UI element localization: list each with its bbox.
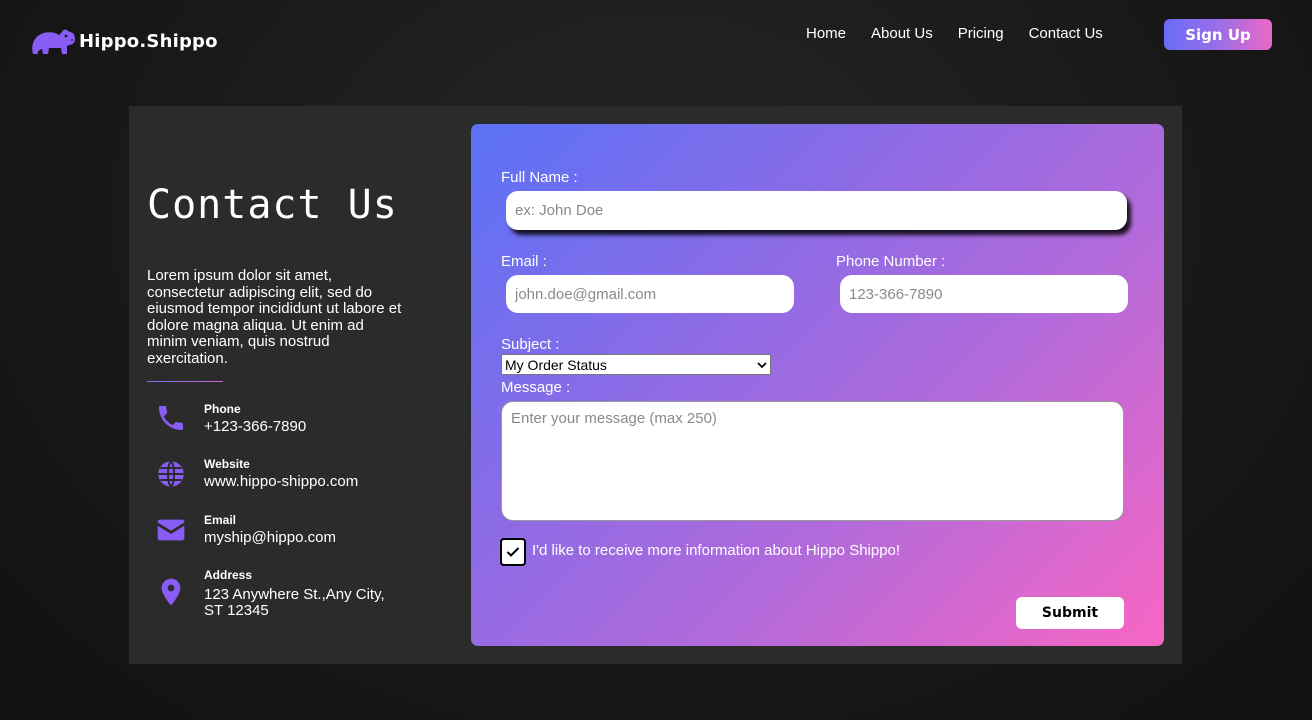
nav-home[interactable]: Home: [806, 24, 846, 44]
checkmark-icon: [506, 547, 520, 557]
email-label: Email :: [501, 253, 547, 270]
divider: [147, 381, 223, 382]
brand-logo[interactable]: Hippo.Shippo: [29, 24, 218, 58]
submit-button[interactable]: Submit: [1016, 597, 1124, 629]
nav-about-us[interactable]: About Us: [871, 24, 933, 44]
email-field[interactable]: [506, 275, 794, 313]
contact-item-label: Email: [204, 513, 237, 527]
nav-pricing[interactable]: Pricing: [958, 24, 1004, 44]
location-pin-icon: [161, 578, 181, 606]
full-name-input[interactable]: [506, 191, 1127, 230]
brand-name: Hippo.Shippo: [79, 30, 218, 52]
envelope-icon: [157, 519, 185, 541]
opt-in-checkbox[interactable]: [500, 538, 526, 566]
globe-icon: [158, 460, 184, 488]
subject-select[interactable]: My Order Status: [501, 354, 771, 375]
subject-label: Subject :: [501, 336, 560, 353]
contact-item-value: www.hippo-shippo.com: [204, 473, 359, 490]
opt-in-label: I'd like to receive more information abo…: [532, 542, 901, 559]
nav-contact-us[interactable]: Contact Us: [1029, 24, 1103, 44]
main-nav: Home About Us Pricing Contact Us: [806, 24, 1128, 44]
contact-item-label: Phone: [204, 402, 241, 416]
message-label: Message :: [501, 379, 571, 396]
contact-item-value: myship@hippo.com: [204, 529, 336, 546]
chevron-down-icon: [757, 361, 767, 368]
contact-form: Full Name : Email : Phone Number : Subje…: [471, 124, 1164, 646]
hippo-logo-icon: [32, 29, 75, 54]
message-textarea[interactable]: Enter your message (max 250): [501, 401, 1124, 521]
message-placeholder: Enter your message (max 250): [511, 410, 717, 427]
phone-number-field[interactable]: [840, 275, 1128, 313]
contact-item-value: +123-366-7890: [204, 418, 307, 435]
subject-selected-value: My Order Status: [505, 356, 607, 373]
page-title: Contact Us: [147, 182, 398, 228]
contact-item-value: 123 Anywhere St.,Any City, ST 12345: [204, 586, 385, 619]
contact-item-label: Address: [204, 568, 253, 582]
contact-info-panel: Contact Us Lorem ipsum dolor sit amet, c…: [129, 106, 471, 664]
contact-description: Lorem ipsum dolor sit amet, consectetur …: [147, 267, 402, 367]
sign-up-button[interactable]: Sign Up: [1164, 19, 1272, 50]
phone-number-label: Phone Number :: [836, 253, 946, 270]
contact-card: Contact Us Lorem ipsum dolor sit amet, c…: [129, 106, 1182, 664]
contact-item-label: Website: [204, 457, 250, 471]
full-name-label: Full Name :: [501, 169, 578, 186]
phone-icon: [159, 406, 183, 430]
navbar: Hippo.Shippo Home About Us Pricing Conta…: [0, 0, 1312, 70]
